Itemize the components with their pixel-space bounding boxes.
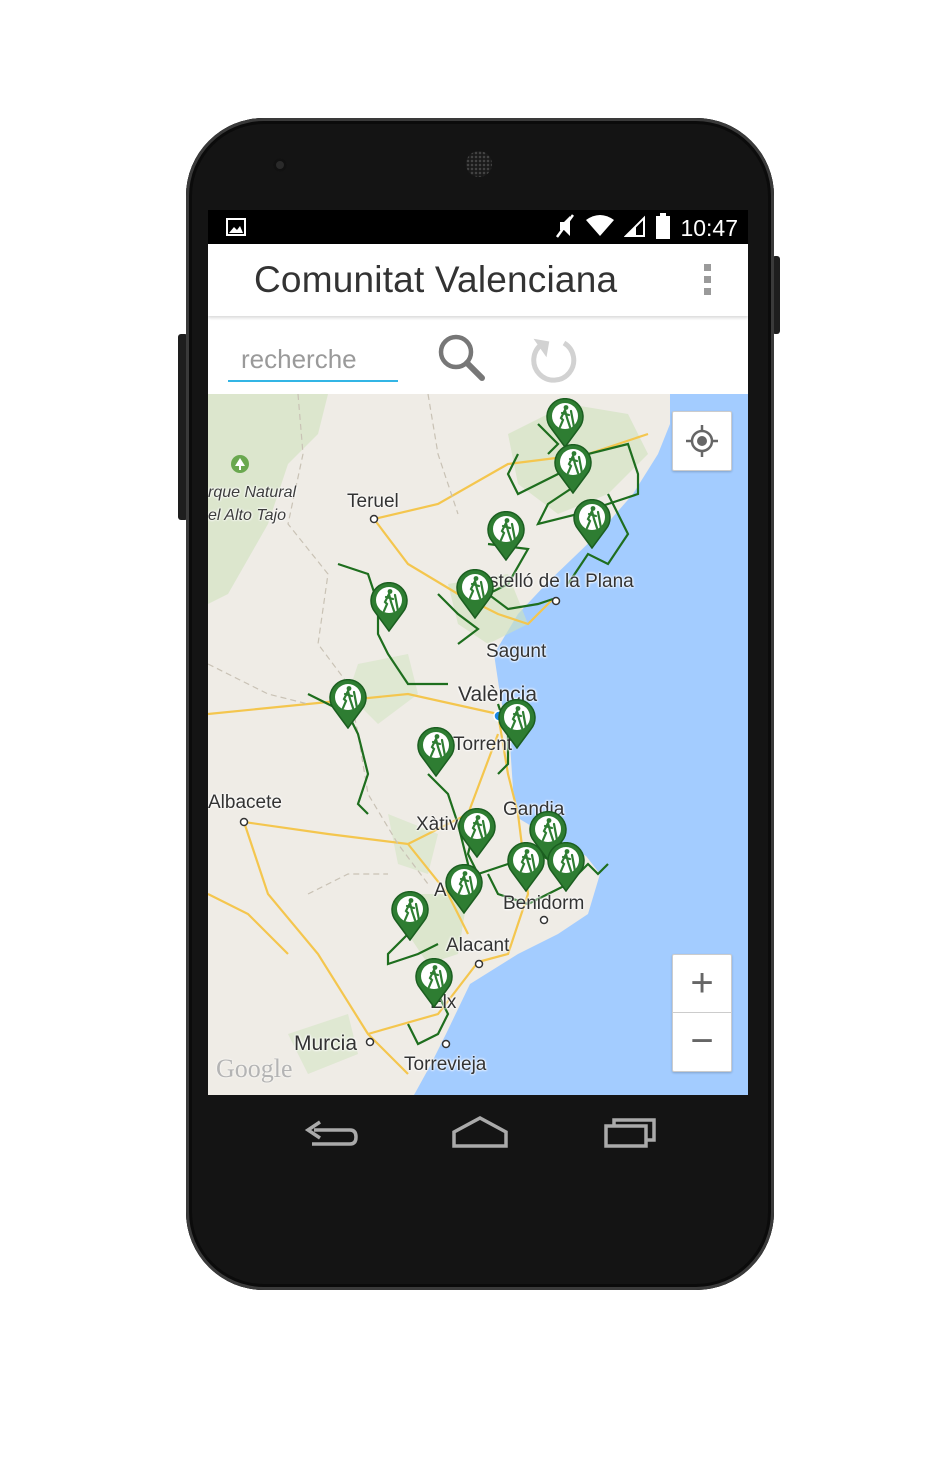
map-label-castello: stelló de la Plana [489, 571, 634, 592]
zoom-out-button[interactable]: − [673, 1013, 731, 1070]
front-camera [273, 158, 287, 172]
nav-bar [300, 1112, 660, 1156]
hiker-marker-icon[interactable] [497, 699, 537, 749]
back-icon[interactable] [300, 1112, 360, 1156]
wifi-icon [586, 215, 615, 242]
screen: 10:47 Comunitat Valenciana recherche rqu… [208, 210, 748, 1095]
my-location-icon[interactable] [672, 411, 732, 471]
status-clock: 10:47 [680, 215, 738, 241]
zoom-in-button[interactable]: + [673, 955, 731, 1013]
map-label-alto-tajo: el Alto Tajo [208, 507, 286, 524]
hiker-marker-icon[interactable] [328, 679, 368, 729]
action-bar: Comunitat Valenciana [208, 244, 748, 316]
app-title: Comunitat Valenciana [254, 259, 618, 300]
overflow-menu-icon[interactable] [704, 264, 712, 300]
map-label-benidorm: Benidorm [503, 893, 585, 914]
hiker-marker-icon[interactable] [390, 891, 430, 941]
hiker-marker-icon[interactable] [455, 569, 495, 619]
hiker-marker-icon[interactable] [369, 582, 409, 632]
hiker-marker-icon[interactable] [553, 444, 593, 494]
google-logo: Google [216, 1054, 293, 1083]
map-view[interactable]: rque Natural el Alto Tajo Teruel stelló … [208, 394, 748, 1095]
battery-icon [656, 213, 671, 244]
hiker-marker-icon[interactable] [486, 511, 526, 561]
home-icon[interactable] [450, 1112, 510, 1156]
hiker-marker-icon[interactable] [546, 842, 586, 892]
map-label-alacant: Alacant [446, 935, 510, 956]
search-icon[interactable] [434, 330, 490, 386]
hiker-marker-icon[interactable] [506, 842, 546, 892]
zoom-control: + − [672, 954, 732, 1072]
search-input[interactable] [228, 338, 398, 382]
recents-icon[interactable] [600, 1112, 660, 1156]
hiker-marker-icon[interactable] [416, 727, 456, 777]
earpiece-speaker [466, 151, 492, 177]
hiker-marker-icon[interactable] [444, 864, 484, 914]
image-icon [226, 218, 246, 241]
mute-icon [554, 213, 576, 244]
hiker-marker-icon[interactable] [545, 398, 585, 448]
search-row [208, 316, 748, 394]
hiker-marker-icon[interactable] [414, 958, 454, 1008]
map-label-parque: rque Natural [208, 484, 297, 501]
signal-icon [624, 215, 646, 242]
hiker-marker-icon[interactable] [457, 808, 497, 858]
map-label-murcia: Murcia [294, 1032, 358, 1055]
hiker-marker-icon[interactable] [572, 499, 612, 549]
map-label-albacete: Albacete [208, 792, 282, 813]
map-label-xativa: Xàtiv [416, 814, 459, 835]
park-tree-icon [231, 455, 249, 473]
map-label-teruel: Teruel [347, 491, 399, 512]
refresh-icon[interactable] [524, 332, 580, 388]
status-bar: 10:47 [208, 210, 748, 244]
map-label-sagunt: Sagunt [486, 641, 547, 662]
map-label-torrevieja: Torrevieja [404, 1054, 487, 1075]
